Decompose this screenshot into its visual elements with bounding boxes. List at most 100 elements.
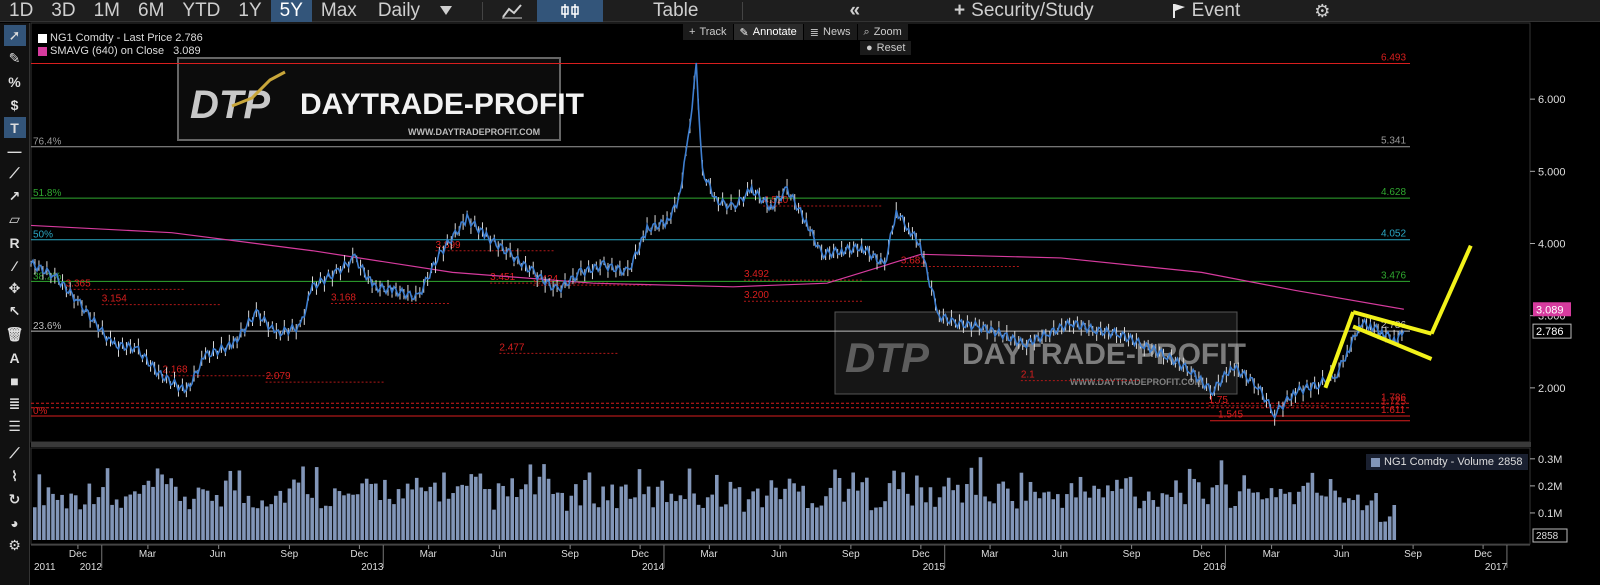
volume-bar bbox=[246, 495, 251, 540]
volume-bar bbox=[387, 498, 392, 540]
news-label: News bbox=[823, 26, 851, 38]
fib-level-value: 3.476 bbox=[1381, 270, 1406, 281]
volume-bar bbox=[401, 498, 405, 540]
volume-bar bbox=[792, 483, 796, 540]
volume-bar bbox=[1056, 494, 1060, 540]
volume-bar bbox=[487, 489, 492, 540]
volume-bar bbox=[1083, 491, 1087, 540]
year-label: 2016 bbox=[1203, 562, 1226, 573]
annotation-label: 1.75 bbox=[1209, 395, 1229, 406]
volume-bar bbox=[319, 508, 324, 540]
volume-bar bbox=[1146, 491, 1151, 540]
watermark-mono: DTP bbox=[190, 83, 270, 127]
volume-bar bbox=[396, 489, 401, 540]
volume-bar bbox=[496, 483, 501, 540]
volume-bar bbox=[1033, 491, 1037, 540]
volume-bar bbox=[715, 474, 719, 540]
legend-sma-value: 3.089 bbox=[173, 45, 201, 57]
volume-bar bbox=[105, 468, 110, 540]
volume-bar bbox=[233, 490, 237, 540]
volume-bar bbox=[810, 503, 815, 540]
annotate-button[interactable]: ✎ Annotate bbox=[733, 24, 803, 40]
volume-bar bbox=[1069, 483, 1074, 540]
volume-bar bbox=[114, 499, 119, 540]
volume-bar bbox=[128, 494, 133, 540]
volume-bar bbox=[892, 470, 896, 540]
volume-bar bbox=[237, 470, 242, 540]
volume-bar bbox=[442, 472, 446, 540]
volume-bar bbox=[369, 483, 374, 540]
volume-bar bbox=[160, 474, 164, 540]
volume-bar bbox=[483, 489, 487, 540]
volume-bar bbox=[683, 499, 687, 540]
volume-value-label: 2858 bbox=[1536, 531, 1559, 542]
volume-bar bbox=[1215, 485, 1219, 540]
volume-bar bbox=[1142, 500, 1146, 540]
volume-bar bbox=[542, 464, 546, 540]
news-button[interactable]: ≣ News bbox=[803, 24, 857, 40]
volume-bar bbox=[1278, 488, 1283, 540]
volume-bar bbox=[392, 504, 396, 540]
volume-bar bbox=[865, 477, 869, 540]
volume-bar bbox=[965, 484, 969, 540]
volume-bar bbox=[364, 478, 369, 540]
volume-bar bbox=[223, 480, 228, 540]
volume-bar bbox=[592, 503, 596, 540]
volume-bar bbox=[1292, 504, 1297, 540]
volume-bar bbox=[742, 511, 746, 540]
volume-bar bbox=[533, 494, 537, 540]
volume-bar bbox=[142, 485, 146, 540]
volume-bar bbox=[1151, 500, 1156, 540]
volume-bar bbox=[1178, 492, 1183, 540]
volume-bar bbox=[514, 497, 519, 540]
volume-bar bbox=[1024, 500, 1028, 540]
volume-bar bbox=[342, 495, 346, 540]
volume-bar bbox=[855, 490, 860, 540]
volume-bar bbox=[1237, 491, 1242, 540]
volume-bar bbox=[337, 491, 342, 540]
volume-bar bbox=[1046, 491, 1051, 540]
zoom-button[interactable]: ⌕ Zoom bbox=[857, 24, 908, 40]
volume-bar bbox=[919, 487, 924, 540]
volume-bar bbox=[874, 507, 878, 540]
volume-axis-label: 0.1M bbox=[1538, 508, 1562, 520]
volume-bar bbox=[1392, 504, 1397, 540]
price-value-label: 2.786 bbox=[1536, 326, 1564, 338]
price-chart[interactable]: DTP DAYTRADE-PROFIT WWW.DAYTRADEPROFIT.COM… bbox=[0, 0, 1600, 585]
volume-bar bbox=[64, 508, 69, 540]
track-button[interactable]: + Track bbox=[683, 24, 733, 40]
volume-bar bbox=[869, 510, 874, 540]
reset-button[interactable]: ● Reset bbox=[860, 41, 912, 55]
volume-bar bbox=[60, 494, 64, 540]
volume-bar bbox=[501, 485, 505, 540]
volume-bar bbox=[1005, 488, 1010, 540]
volume-bar bbox=[1106, 485, 1110, 540]
volume-bar bbox=[1037, 498, 1042, 540]
volume-bar bbox=[901, 472, 906, 540]
month-label: Mar bbox=[700, 549, 718, 560]
volume-bar bbox=[410, 489, 414, 540]
month-label: Jun bbox=[1333, 549, 1349, 560]
volume-bar bbox=[1010, 500, 1015, 540]
volume-bar bbox=[510, 478, 514, 540]
volume-bar bbox=[628, 498, 633, 540]
volume-bar bbox=[1133, 496, 1137, 540]
volume-bar bbox=[1274, 497, 1278, 540]
annotation-label: 3.451 bbox=[490, 272, 515, 283]
volume-bar bbox=[783, 488, 787, 540]
volume-bar bbox=[801, 485, 805, 540]
volume-bar bbox=[546, 478, 551, 540]
news-icon: ≣ bbox=[809, 26, 820, 39]
volume-bar bbox=[564, 510, 569, 540]
volume-bar bbox=[92, 504, 96, 540]
volume-bar bbox=[333, 488, 337, 540]
volume-bar bbox=[955, 484, 960, 540]
volume-bar bbox=[123, 496, 128, 540]
volume-bar bbox=[578, 505, 583, 540]
volume-bar bbox=[492, 509, 496, 540]
reset-icon: ● bbox=[866, 42, 873, 54]
volume-bar bbox=[1028, 481, 1033, 540]
volume-bar bbox=[1096, 488, 1101, 540]
annotation-label: 2.079 bbox=[266, 371, 291, 382]
volume-bar bbox=[937, 497, 942, 540]
